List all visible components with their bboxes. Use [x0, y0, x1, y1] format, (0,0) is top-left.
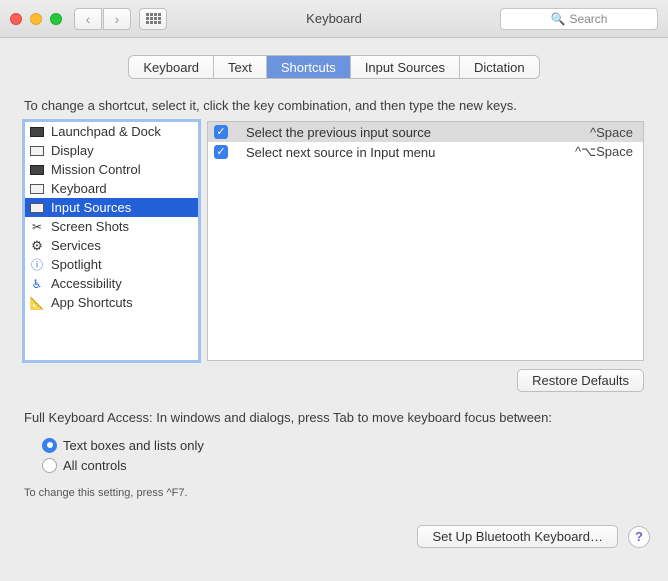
category-label: Display: [51, 143, 94, 158]
fka-option[interactable]: All controls: [42, 455, 650, 475]
screenshots-icon: ✂︎: [29, 219, 45, 235]
tab-bar: KeyboardTextShortcutsInput SourcesDictat…: [18, 56, 650, 78]
grid-icon: [146, 13, 161, 24]
category-label: App Shortcuts: [51, 295, 133, 310]
category-accessibility[interactable]: ♿︎ Accessibility: [25, 274, 198, 293]
category-launchpad-dock[interactable]: Launchpad & Dock: [25, 122, 198, 141]
shortcut-label: Select the previous input source: [238, 125, 580, 140]
fka-option[interactable]: Text boxes and lists only: [42, 435, 650, 455]
category-display[interactable]: Display: [25, 141, 198, 160]
category-label: Launchpad & Dock: [51, 124, 161, 139]
category-label: Input Sources: [51, 200, 131, 215]
forward-button[interactable]: ›: [103, 8, 131, 30]
category-label: Keyboard: [51, 181, 107, 196]
category-services[interactable]: ⚙︎ Services: [25, 236, 198, 255]
category-spotlight[interactable]: ⓘ Spotlight: [25, 255, 198, 274]
shortcut-checkbox[interactable]: ✓: [214, 145, 228, 159]
search-field[interactable]: 🔍 Search: [500, 8, 658, 30]
category-screen-shots[interactable]: ✂︎ Screen Shots: [25, 217, 198, 236]
category-input-sources[interactable]: Input Sources: [25, 198, 198, 217]
shortcut-key[interactable]: ^⌥Space: [575, 144, 637, 160]
minimize-window-button[interactable]: [30, 13, 42, 25]
search-icon: 🔍: [551, 12, 566, 26]
close-window-button[interactable]: [10, 13, 22, 25]
nav-back-forward: ‹ ›: [74, 8, 131, 30]
app-shortcuts-icon: 📐: [29, 295, 45, 311]
back-button[interactable]: ‹: [74, 8, 102, 30]
help-button[interactable]: ?: [628, 526, 650, 548]
instruction-text: To change a shortcut, select it, click t…: [24, 98, 644, 113]
shortcut-label: Select next source in Input menu: [238, 145, 565, 160]
category-label: Screen Shots: [51, 219, 129, 234]
shortcut-row[interactable]: ✓ Select next source in Input menu ^⌥Space: [208, 142, 643, 162]
restore-defaults-button[interactable]: Restore Defaults: [517, 369, 644, 392]
category-label: Mission Control: [51, 162, 141, 177]
setting-change-note: To change this setting, press ^F7.: [24, 487, 644, 499]
category-keyboard[interactable]: Keyboard: [25, 179, 198, 198]
shortcut-key[interactable]: ^Space: [590, 125, 637, 140]
traffic-lights: [10, 13, 62, 25]
keyboard-icon: [29, 181, 45, 197]
shortcut-list[interactable]: ✓Select the previous input source^Space✓…: [207, 121, 644, 361]
category-label: Services: [51, 238, 101, 253]
category-mission-control[interactable]: Mission Control: [25, 160, 198, 179]
services-icon: ⚙︎: [29, 238, 45, 254]
setup-bluetooth-button[interactable]: Set Up Bluetooth Keyboard…: [417, 525, 618, 548]
radio-button[interactable]: [42, 458, 57, 473]
spotlight-icon: ⓘ: [29, 257, 45, 273]
zoom-window-button[interactable]: [50, 13, 62, 25]
category-app-shortcuts[interactable]: 📐 App Shortcuts: [25, 293, 198, 312]
shortcut-checkbox[interactable]: ✓: [214, 125, 228, 139]
tab-dictation[interactable]: Dictation: [460, 56, 539, 78]
full-keyboard-access-options: Text boxes and lists only All controls: [42, 435, 650, 475]
accessibility-icon: ♿︎: [29, 276, 45, 292]
window-titlebar: ‹ › Keyboard 🔍 Search: [0, 0, 668, 38]
tab-keyboard[interactable]: Keyboard: [129, 56, 214, 78]
search-placeholder: Search: [569, 12, 607, 26]
launchpad-icon: [29, 124, 45, 140]
display-icon: [29, 143, 45, 159]
tab-shortcuts[interactable]: Shortcuts: [267, 56, 351, 78]
category-label: Spotlight: [51, 257, 102, 272]
radio-button[interactable]: [42, 438, 57, 453]
category-list[interactable]: Launchpad & Dock Display Mission Control Ke…: [24, 121, 199, 361]
category-label: Accessibility: [51, 276, 122, 291]
full-keyboard-access-text: Full Keyboard Access: In windows and dia…: [24, 410, 644, 425]
radio-label: Text boxes and lists only: [63, 438, 204, 453]
show-all-button[interactable]: [139, 8, 167, 30]
radio-label: All controls: [63, 458, 127, 473]
shortcut-row[interactable]: ✓ Select the previous input source ^Space: [208, 122, 643, 142]
input-sources-icon: [29, 200, 45, 216]
mission-control-icon: [29, 162, 45, 178]
tab-text[interactable]: Text: [214, 56, 267, 78]
tab-input-sources[interactable]: Input Sources: [351, 56, 460, 78]
